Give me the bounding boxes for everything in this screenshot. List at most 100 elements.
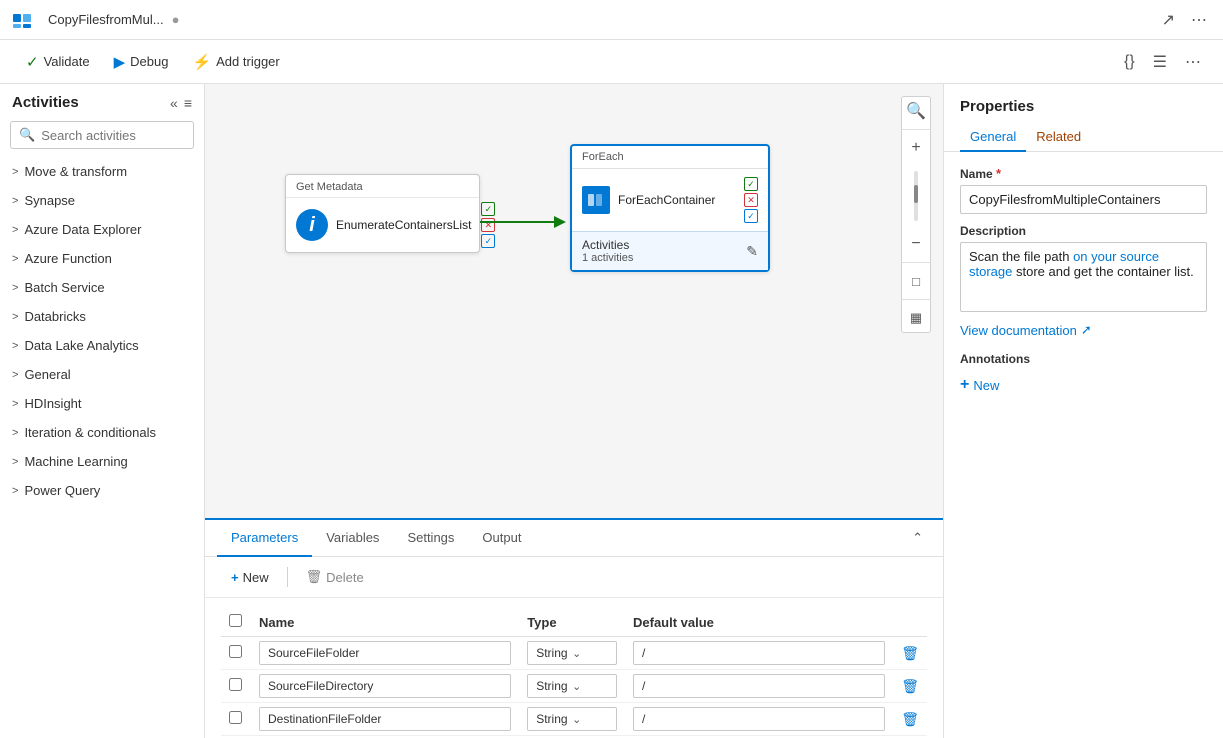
- name-input[interactable]: [960, 185, 1207, 214]
- fail-action[interactable]: ✕: [481, 218, 495, 232]
- bottom-collapse-icon[interactable]: ⌃: [904, 522, 931, 554]
- sidebar-item-synapse[interactable]: > Synapse: [0, 186, 204, 215]
- delete-param-button[interactable]: 🗑 Delete: [296, 565, 374, 589]
- fit-screen-button[interactable]: □: [902, 267, 930, 295]
- param-name-1[interactable]: [259, 641, 511, 665]
- params-content: Name Type Default value Strin: [205, 598, 943, 738]
- sidebar-item-machine-learning[interactable]: > Machine Learning: [0, 447, 204, 476]
- chevron-down-icon: ⌄: [572, 680, 608, 693]
- foreach-activities-info: Activities 1 activities: [582, 238, 633, 264]
- expand-icon[interactable]: ↗: [1158, 6, 1179, 34]
- foreach-header: ForEach: [572, 146, 768, 169]
- sidebar-item-hdinsight[interactable]: > HDInsight: [0, 389, 204, 418]
- param-type-2[interactable]: String ⌄: [527, 674, 617, 698]
- tab-settings[interactable]: Settings: [393, 520, 468, 557]
- sidebar-item-power-query[interactable]: > Power Query: [0, 476, 204, 505]
- debug-icon: ▶: [114, 53, 126, 71]
- app-logo: [12, 10, 32, 30]
- code-icon[interactable]: {}: [1118, 47, 1141, 77]
- get-metadata-actions: ✓ ✕ ✓: [481, 198, 499, 252]
- filter-icon[interactable]: ≡: [184, 95, 192, 111]
- param-default-2[interactable]: [633, 674, 885, 698]
- bottom-tabs: Parameters Variables Settings Output ⌃: [205, 520, 943, 557]
- foreach-fail-action[interactable]: ✕: [744, 193, 758, 207]
- delete-row-2-icon[interactable]: 🗑: [901, 678, 919, 694]
- view-docs-link[interactable]: View documentation ➚: [960, 322, 1207, 338]
- foreach-node[interactable]: ForEach ForEachContainer ✓ ✕ ✓: [570, 144, 770, 272]
- properties-tabs: General Related: [944, 115, 1223, 152]
- param-name-3[interactable]: [259, 707, 511, 731]
- delete-row-3-icon[interactable]: 🗑: [901, 711, 919, 727]
- chevron-right-icon: >: [12, 166, 18, 178]
- sidebar-item-data-lake-analytics[interactable]: > Data Lake Analytics: [0, 331, 204, 360]
- row-checkbox-3[interactable]: [229, 711, 242, 724]
- col-default-header: Default value: [625, 608, 893, 637]
- sidebar-nav: > Move & transform > Synapse > Azure Dat…: [0, 157, 204, 738]
- complete-action[interactable]: ✓: [481, 234, 495, 248]
- param-type-1[interactable]: String ⌄: [527, 641, 617, 665]
- canvas-controls: 🔍 + − □ ▦: [901, 96, 931, 333]
- param-type-3[interactable]: String ⌄: [527, 707, 617, 731]
- validate-button[interactable]: ✓ Validate: [16, 48, 100, 76]
- list-icon[interactable]: ☰: [1147, 46, 1173, 78]
- get-metadata-node[interactable]: Get Metadata i EnumerateContainersList ✓…: [285, 174, 480, 253]
- zoom-in-button[interactable]: +: [902, 134, 930, 162]
- foreach-activities-section[interactable]: Activities 1 activities ✎: [572, 231, 768, 270]
- debug-button[interactable]: ▶ Debug: [104, 48, 179, 76]
- chevron-right-icon: >: [12, 427, 18, 439]
- get-metadata-header: Get Metadata: [286, 175, 479, 198]
- add-trigger-button[interactable]: ⚡ Add trigger: [182, 48, 289, 76]
- bottom-toolbar: + New 🗑 Delete: [205, 557, 943, 598]
- sidebar-item-general[interactable]: > General: [0, 360, 204, 389]
- properties-content: Name * Description Scan the file path on…: [944, 152, 1223, 738]
- description-label: Description: [960, 224, 1207, 238]
- tab-general[interactable]: General: [960, 123, 1026, 152]
- sidebar-item-databricks[interactable]: > Databricks: [0, 302, 204, 331]
- toolbar-right: {} ☰ ⋯: [1118, 46, 1207, 78]
- chevron-right-icon: >: [12, 282, 18, 294]
- more-options-icon[interactable]: ⋯: [1187, 6, 1211, 34]
- toolbar-separator: [287, 567, 288, 587]
- param-name-2[interactable]: [259, 674, 511, 698]
- foreach-complete-action[interactable]: ✓: [744, 209, 758, 223]
- tab-variables[interactable]: Variables: [312, 520, 393, 557]
- sidebar-item-azure-function[interactable]: > Azure Function: [0, 244, 204, 273]
- foreach-label: ForEachContainer: [618, 193, 715, 207]
- param-default-1[interactable]: [633, 641, 885, 665]
- canvas[interactable]: 🔍 + − □ ▦ Get Metadata: [205, 84, 943, 518]
- delete-row-1-icon[interactable]: 🗑: [901, 645, 919, 661]
- chevron-down-icon: ⌄: [572, 713, 608, 726]
- chevron-right-icon: >: [12, 224, 18, 236]
- external-link-icon: ➚: [1081, 322, 1092, 338]
- search-canvas-button[interactable]: 🔍: [902, 97, 930, 125]
- param-default-3[interactable]: [633, 707, 885, 731]
- more-icon[interactable]: ⋯: [1179, 46, 1207, 78]
- row-checkbox-1[interactable]: [229, 645, 242, 658]
- tab-output[interactable]: Output: [468, 520, 535, 557]
- properties-title: Properties: [944, 84, 1223, 115]
- sidebar-item-azure-data-explorer[interactable]: > Azure Data Explorer: [0, 215, 204, 244]
- new-param-button[interactable]: + New: [221, 566, 279, 589]
- zoom-out-button[interactable]: −: [902, 230, 930, 258]
- sidebar-item-batch-service[interactable]: > Batch Service: [0, 273, 204, 302]
- search-input[interactable]: [41, 128, 205, 143]
- chevron-right-icon: >: [12, 311, 18, 323]
- foreach-edit-icon[interactable]: ✎: [746, 243, 758, 260]
- new-annotation-button[interactable]: + New: [960, 372, 999, 398]
- sidebar-item-move-transform[interactable]: > Move & transform: [0, 157, 204, 186]
- success-action[interactable]: ✓: [481, 202, 495, 216]
- select-all-checkbox[interactable]: [229, 614, 242, 627]
- description-field[interactable]: Scan the file path on your source storag…: [960, 242, 1207, 312]
- pipeline-title: CopyFilesfromMul...: [48, 12, 164, 27]
- arrange-button[interactable]: ▦: [902, 304, 930, 332]
- main-layout: Activities « ≡ 🔍 > Move & transform > Sy…: [0, 84, 1223, 738]
- tab-parameters[interactable]: Parameters: [217, 520, 312, 557]
- col-type-header: Type: [519, 608, 625, 637]
- chevron-right-icon: >: [12, 456, 18, 468]
- properties-panel: Properties General Related Name * Descri…: [943, 84, 1223, 738]
- collapse-left-icon[interactable]: «: [170, 95, 178, 111]
- foreach-success-action[interactable]: ✓: [744, 177, 758, 191]
- row-checkbox-2[interactable]: [229, 678, 242, 691]
- sidebar-item-iteration-conditionals[interactable]: > Iteration & conditionals: [0, 418, 204, 447]
- tab-related[interactable]: Related: [1026, 123, 1091, 152]
